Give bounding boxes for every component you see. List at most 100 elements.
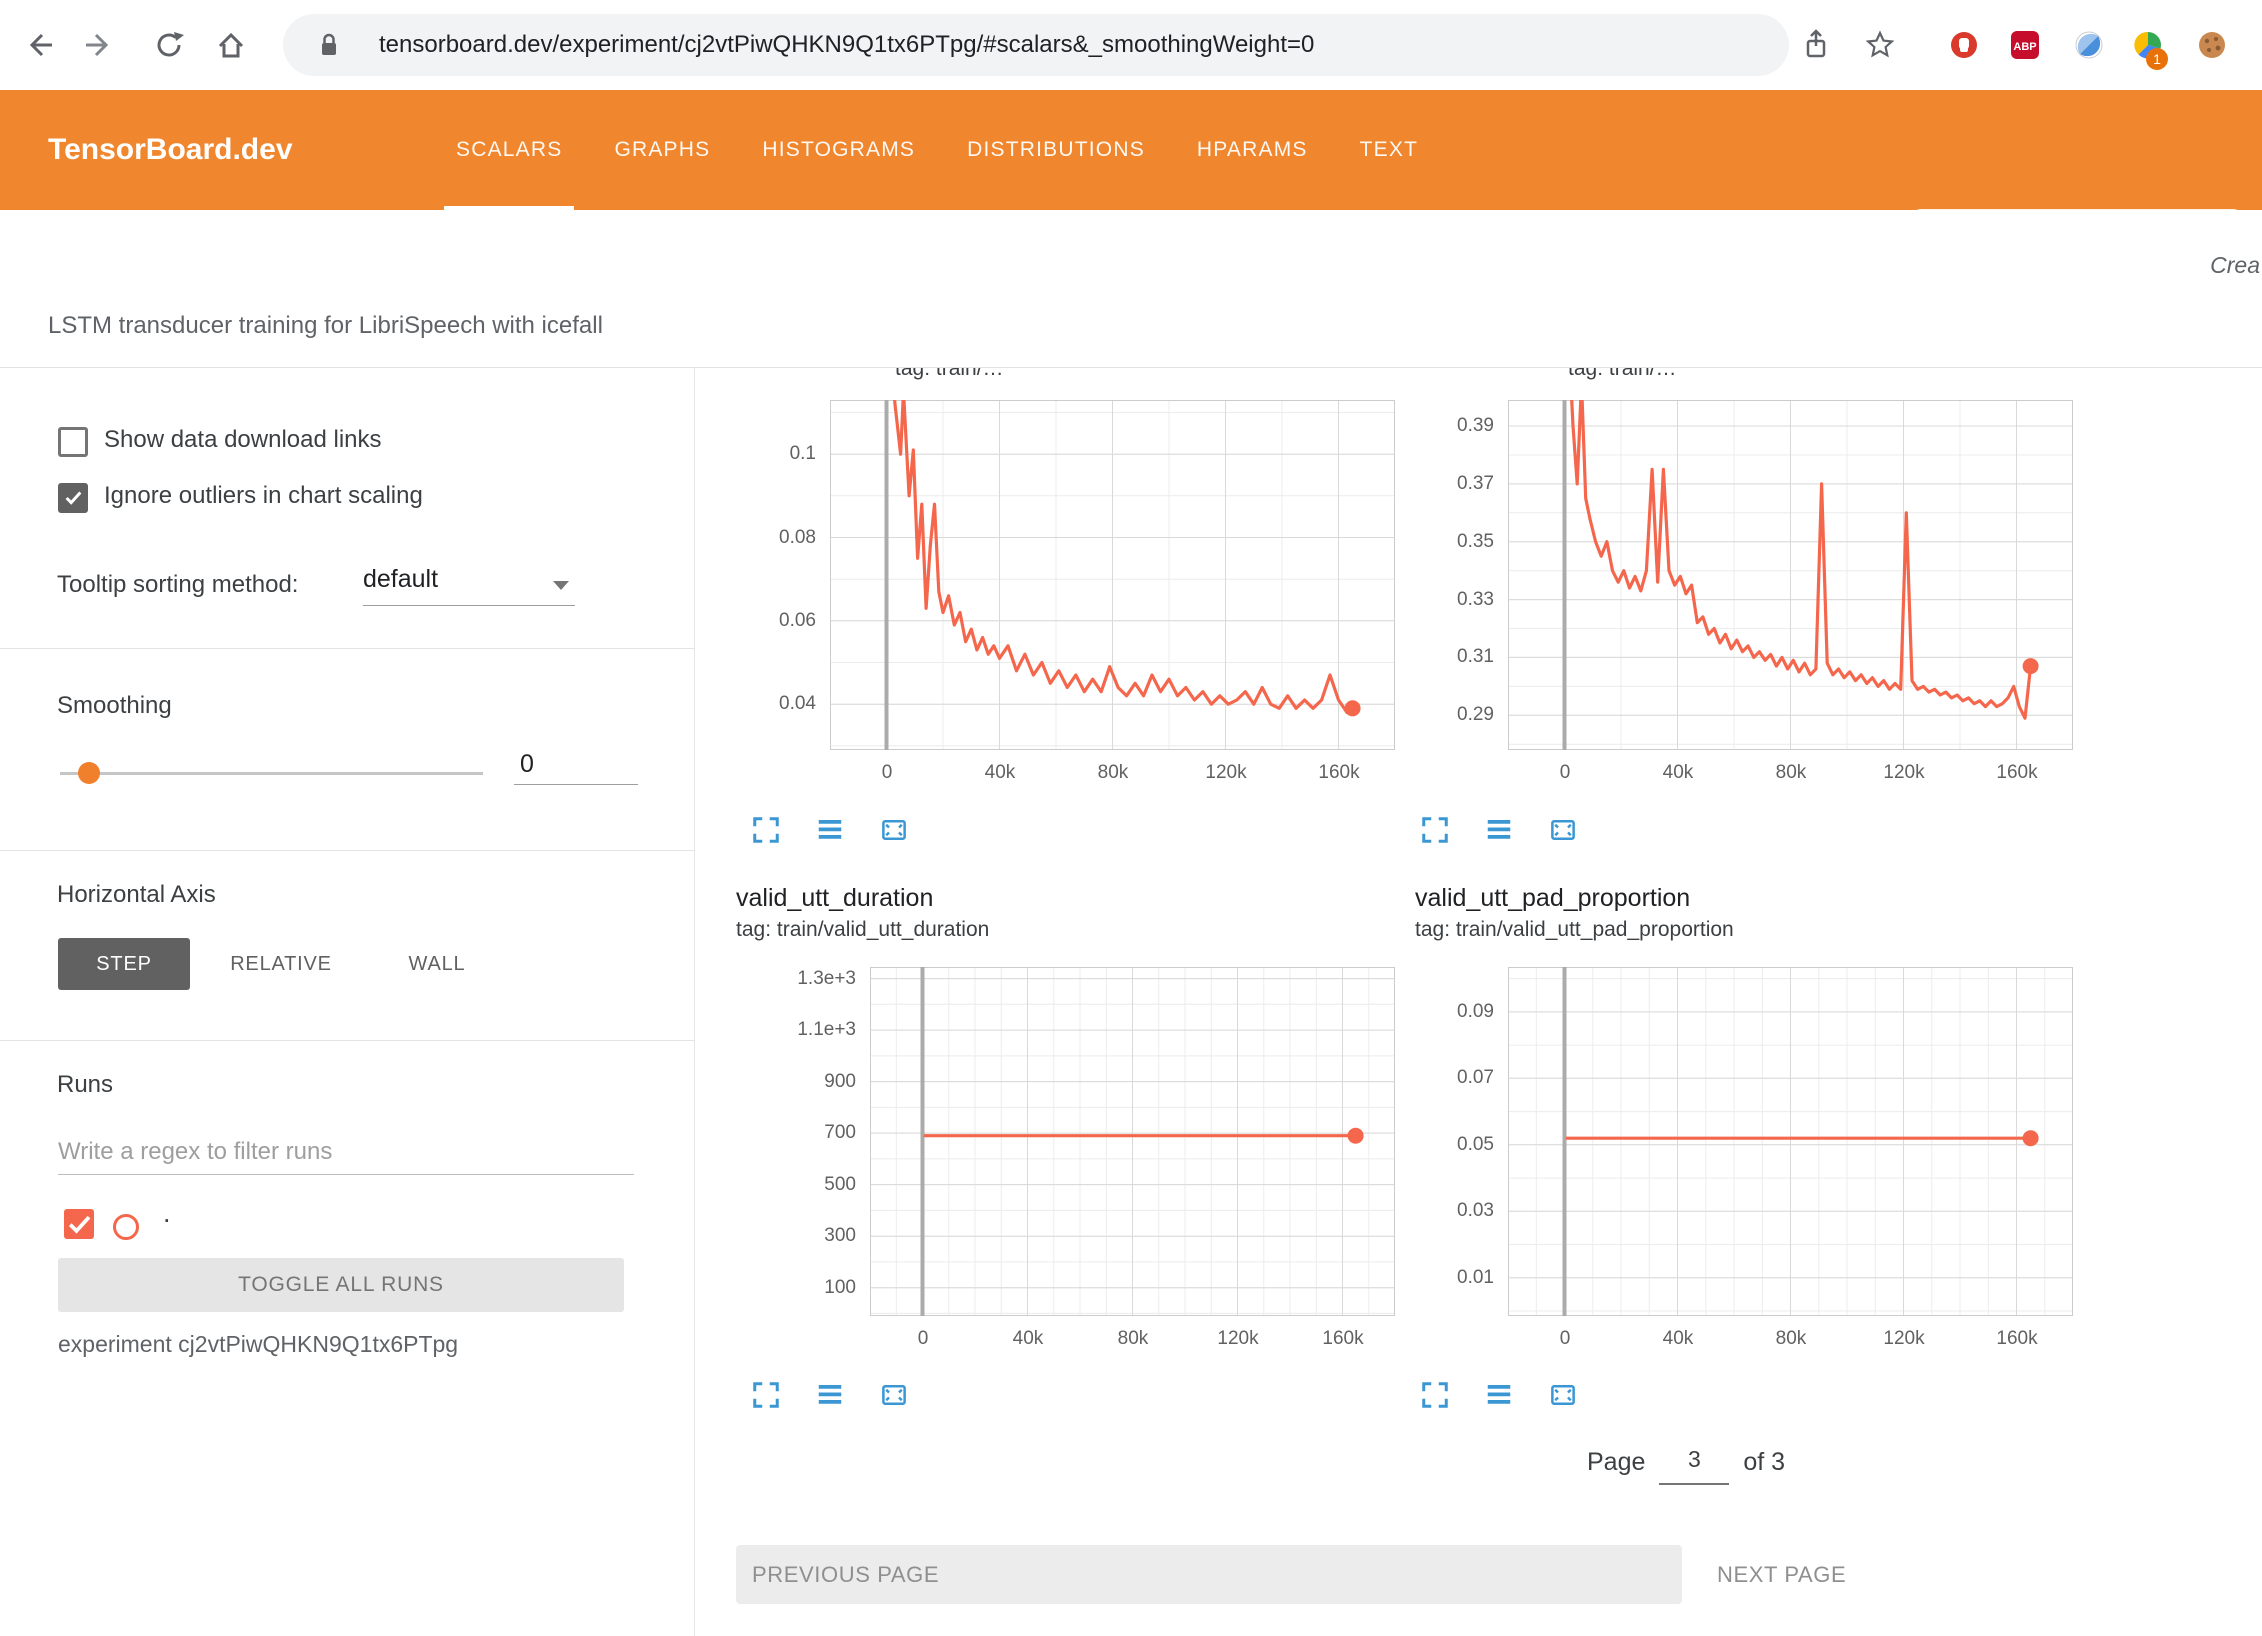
show-download-links-label: Show data download links — [104, 426, 382, 454]
tab-scalars[interactable]: SCALARS — [430, 90, 588, 210]
fit-domain-icon[interactable] — [1548, 815, 1578, 845]
x-tick-label: 160k — [1977, 762, 2057, 784]
tooltip-sorting-label: Tooltip sorting method: — [57, 571, 298, 599]
y-tick-label: 300 — [730, 1225, 856, 1247]
extension-icon-blue[interactable] — [2071, 27, 2107, 63]
nav-tabs: SCALARS GRAPHS HISTOGRAMS DISTRIBUTIONS … — [430, 90, 1444, 210]
y-tick-label: 900 — [730, 1071, 856, 1093]
tooltip-sorting-select[interactable]: default — [363, 565, 575, 606]
page-label: Page — [1587, 1448, 1645, 1485]
back-icon[interactable] — [21, 27, 57, 63]
smoothing-slider-thumb[interactable] — [78, 762, 100, 784]
runs-selector-icon[interactable] — [815, 1380, 845, 1410]
expand-chart-icon[interactable] — [751, 815, 781, 845]
ignore-outliers-checkbox[interactable] — [58, 483, 88, 513]
chart-plot[interactable] — [1508, 967, 2073, 1316]
tab-histograms[interactable]: HISTOGRAMS — [736, 90, 941, 210]
run-name-label: . — [163, 1198, 171, 1229]
reload-icon[interactable] — [151, 27, 187, 63]
x-tick-label: 80k — [1751, 762, 1831, 784]
y-tick-label: 0.01 — [1368, 1267, 1494, 1289]
y-tick-label: 100 — [730, 1277, 856, 1299]
url-bar[interactable]: tensorboard.dev/experiment/cj2vtPiwQHKN9… — [283, 14, 1789, 76]
pagination: Page of 3 — [1587, 1446, 1785, 1485]
y-tick-label: 0.09 — [1368, 1001, 1494, 1023]
y-tick-label: 0.31 — [1368, 646, 1494, 668]
chart-toolbar — [1420, 1380, 1578, 1410]
abp-extension-icon[interactable]: ABP — [2007, 27, 2043, 63]
send-feedback-button[interactable]: SEND FEEDBACK — [1914, 209, 2240, 273]
y-tick-label: 1.1e+3 — [730, 1019, 856, 1041]
tab-distributions[interactable]: DISTRIBUTIONS — [941, 90, 1171, 210]
expand-chart-icon[interactable] — [1420, 815, 1450, 845]
page: tensorboard.dev/experiment/cj2vtPiwQHKN9… — [0, 0, 2262, 1636]
app-logo[interactable]: TensorBoard.dev — [48, 90, 293, 210]
sidebar-divider — [0, 850, 694, 851]
x-tick-label: 0 — [847, 762, 927, 784]
axis-relative-button[interactable]: RELATIVE — [210, 938, 352, 990]
y-tick-label: 0.05 — [1368, 1134, 1494, 1156]
tab-text[interactable]: TEXT — [1334, 90, 1444, 210]
smoothing-slider-track[interactable] — [60, 772, 483, 775]
y-tick-label: 0.06 — [690, 610, 816, 632]
y-tick-label: 0.03 — [1368, 1200, 1494, 1222]
fit-domain-icon[interactable] — [879, 815, 909, 845]
x-tick-label: 120k — [1864, 1328, 1944, 1350]
y-tick-label: 700 — [730, 1122, 856, 1144]
url-text[interactable]: tensorboard.dev/experiment/cj2vtPiwQHKN9… — [379, 31, 1314, 59]
chart-valid-utt-pad-proportion: 0.010.030.050.070.09040k80k120k160k — [1368, 967, 2073, 1367]
x-tick-label: 120k — [1198, 1328, 1278, 1350]
toggle-all-runs-button[interactable]: TOGGLE ALL RUNS — [58, 1258, 624, 1312]
x-tick-label: 80k — [1751, 1328, 1831, 1350]
fit-domain-icon[interactable] — [1548, 1380, 1578, 1410]
x-tick-label: 40k — [960, 762, 1040, 784]
chart-plot[interactable] — [830, 400, 1395, 750]
sidebar-divider — [0, 1040, 694, 1041]
y-tick-label: 0.33 — [1368, 589, 1494, 611]
tab-hparams[interactable]: HPARAMS — [1171, 90, 1334, 210]
show-download-links-checkbox[interactable] — [58, 427, 88, 457]
x-tick-label: 40k — [1638, 1328, 1718, 1350]
tab-graphs[interactable]: GRAPHS — [588, 90, 736, 210]
runs-filter-input[interactable] — [58, 1130, 634, 1175]
chart-plot[interactable] — [1508, 400, 2073, 750]
forward-icon[interactable] — [81, 27, 117, 63]
axis-wall-button[interactable]: WALL — [382, 938, 492, 990]
chevron-down-icon — [553, 581, 569, 590]
chart-title: valid_utt_pad_proportion — [1415, 884, 1690, 913]
expand-chart-icon[interactable] — [751, 1380, 781, 1410]
runs-selector-icon[interactable] — [1484, 1380, 1514, 1410]
expand-chart-icon[interactable] — [1420, 1380, 1450, 1410]
chart-metric-top-right: 0.290.310.330.350.370.39040k80k120k160k — [1368, 400, 2073, 800]
runs-selector-icon[interactable] — [815, 815, 845, 845]
previous-page-button[interactable]: PREVIOUS PAGE — [736, 1545, 1682, 1604]
share-icon[interactable] — [1798, 27, 1834, 63]
chart-valid-utt-duration: 1003005007009001.1e+31.3e+3040k80k120k16… — [730, 967, 1395, 1367]
x-tick-label: 0 — [883, 1328, 963, 1350]
tooltip-sorting-value: default — [363, 565, 438, 593]
home-icon[interactable] — [213, 27, 249, 63]
settings-sidebar: Show data download links Ignore outliers… — [0, 368, 695, 1636]
next-page-button[interactable]: NEXT PAGE — [1717, 1545, 1846, 1604]
smoothing-label: Smoothing — [57, 692, 172, 720]
chart-tag: tag: train/valid_utt_pad_proportion — [1415, 918, 1734, 942]
y-tick-label: 0.29 — [1368, 704, 1494, 726]
y-tick-label: 0.39 — [1368, 415, 1494, 437]
runs-selector-icon[interactable] — [1484, 815, 1514, 845]
chart-title: valid_utt_duration — [736, 884, 933, 913]
runs-label: Runs — [57, 1071, 113, 1099]
smoothing-value-input[interactable] — [514, 746, 638, 785]
page-number-input[interactable] — [1659, 1446, 1729, 1485]
svg-text:ABP: ABP — [2013, 41, 2036, 53]
y-tick-label: 500 — [730, 1174, 856, 1196]
axis-step-button[interactable]: STEP — [58, 938, 190, 990]
chart-toolbar — [751, 1380, 909, 1410]
adblock-extension-icon[interactable] — [1946, 27, 1982, 63]
cookie-extension-icon[interactable] — [2194, 27, 2230, 63]
bookmark-star-icon[interactable] — [1862, 27, 1898, 63]
fit-domain-icon[interactable] — [879, 1380, 909, 1410]
run-checkbox[interactable] — [64, 1209, 94, 1239]
chart-plot[interactable] — [870, 967, 1395, 1316]
run-color-swatch[interactable] — [113, 1214, 139, 1240]
y-tick-label: 0.07 — [1368, 1067, 1494, 1089]
